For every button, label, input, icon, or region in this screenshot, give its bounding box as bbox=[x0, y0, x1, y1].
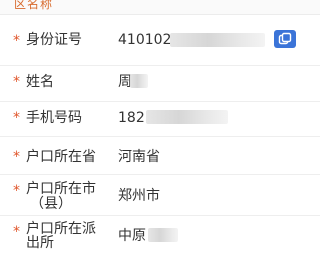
masked-value bbox=[130, 74, 148, 88]
section-title: 区名称 bbox=[14, 0, 54, 11]
name-label: 姓名 bbox=[26, 74, 54, 90]
phone-value: 182 bbox=[118, 110, 145, 126]
form-row-id-number: * 身份证号 410102 bbox=[0, 15, 320, 66]
copy-button[interactable] bbox=[274, 30, 296, 48]
required-mark: * bbox=[13, 33, 20, 49]
city-value: 郑州市 bbox=[118, 188, 160, 204]
city-label-suffix: （县） bbox=[30, 196, 72, 212]
police-station-label-suffix: 出所 bbox=[26, 235, 54, 251]
required-mark: * bbox=[13, 74, 20, 90]
form-row-name: * 姓名 周 bbox=[0, 66, 320, 102]
province-label: 户口所在省 bbox=[26, 149, 96, 165]
masked-value bbox=[170, 33, 265, 47]
form-row-police-station: * 户口所在派 出所 中原 bbox=[0, 216, 320, 256]
form-row-province: * 户口所在省 河南省 bbox=[0, 137, 320, 175]
section-header: 区名称 bbox=[0, 0, 320, 15]
id-number-label: 身份证号 bbox=[26, 32, 82, 48]
required-mark: * bbox=[13, 224, 20, 240]
required-mark: * bbox=[13, 149, 20, 165]
masked-value bbox=[146, 110, 228, 124]
police-station-value: 中原 bbox=[118, 228, 146, 244]
required-mark: * bbox=[13, 110, 20, 126]
copy-icon bbox=[278, 32, 292, 45]
form-row-city: * 户口所在市 （县） 郑州市 bbox=[0, 175, 320, 216]
id-number-value: 410102 bbox=[118, 32, 172, 48]
phone-label: 手机号码 bbox=[26, 110, 82, 126]
city-label: 户口所在市 bbox=[26, 181, 96, 197]
form-row-phone: * 手机号码 182 bbox=[0, 102, 320, 137]
required-mark: * bbox=[13, 183, 20, 199]
province-value: 河南省 bbox=[118, 149, 160, 165]
